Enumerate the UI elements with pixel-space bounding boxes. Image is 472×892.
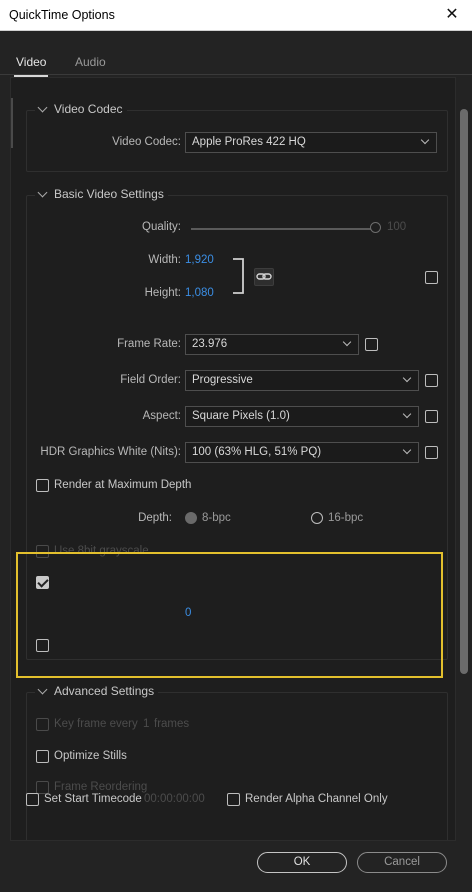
optimize-stills-label: Optimize Stills: [54, 750, 127, 762]
depth-8bpc-radio[interactable]: [185, 512, 197, 524]
video-codec-section: Video Codec Video Codec: Apple ProRes 42…: [26, 102, 448, 172]
keyframe-checkbox[interactable]: [36, 718, 49, 731]
video-codec-section-title: Video Codec: [54, 102, 123, 116]
hdr-white-dropdown[interactable]: 100 (63% HLG, 51% PQ): [185, 442, 419, 463]
chevron-down-icon: [420, 135, 430, 145]
basic-video-settings-title: Basic Video Settings: [54, 187, 164, 201]
quality-value: 100: [387, 221, 407, 233]
video-codec-label: Video Codec:: [112, 136, 181, 148]
panel-edge-marker: [11, 98, 13, 148]
frame-rate-label: Frame Rate:: [117, 338, 181, 350]
width-label: Width:: [148, 254, 181, 266]
video-codec-section-header[interactable]: Video Codec: [35, 102, 127, 116]
tab-bar: Video Audio: [0, 51, 472, 77]
frame-reordering-label: Frame Reordering: [54, 781, 148, 793]
basic-video-settings-header[interactable]: Basic Video Settings: [35, 187, 168, 201]
chevron-down-icon: [402, 373, 412, 383]
render-alpha-label: Render Alpha Channel Only: [245, 793, 388, 805]
hdr-white-value: 100 (63% HLG, 51% PQ): [192, 446, 322, 458]
cancel-button[interactable]: Cancel: [357, 852, 447, 873]
render-max-depth-checkbox[interactable]: [36, 479, 49, 492]
render-max-depth-label: Render at Maximum Depth: [54, 479, 192, 491]
aspect-value: Square Pixels (1.0): [192, 410, 290, 422]
dialog-body: Video Audio Video Codec Video Codec: App…: [0, 31, 472, 892]
chevron-down-icon: [37, 684, 48, 694]
frame-rate-dropdown[interactable]: 23.976: [185, 334, 359, 355]
size-override-checkbox[interactable]: [425, 271, 438, 284]
chain-link-icon: [256, 273, 272, 280]
chevron-down-icon: [342, 337, 352, 347]
depth-16bpc-radio[interactable]: [311, 512, 323, 524]
depth-16bpc-label: 16-bpc: [328, 512, 364, 524]
hdr-white-label: HDR Graphics White (Nits):: [40, 446, 181, 458]
depth-8bpc-label: 8-bpc: [202, 512, 231, 524]
aspect-label: Aspect:: [142, 410, 181, 422]
quality-label: Quality:: [142, 221, 181, 233]
footer-bar: OK Cancel: [0, 841, 472, 892]
hdr-white-checkbox[interactable]: [425, 446, 438, 459]
highlight-box: [16, 552, 443, 678]
tab-audio[interactable]: Audio: [75, 55, 106, 69]
height-label: Height:: [144, 287, 181, 299]
aspect-checkbox[interactable]: [425, 410, 438, 423]
quality-slider-handle[interactable]: [370, 222, 381, 233]
settings-panel: Video Codec Video Codec: Apple ProRes 42…: [10, 77, 456, 841]
field-order-dropdown[interactable]: Progressive: [185, 370, 419, 391]
set-start-timecode-label: Set Start Timecode: [44, 793, 142, 805]
ok-button[interactable]: OK: [257, 852, 347, 873]
optimize-stills-checkbox[interactable]: [36, 750, 49, 763]
keyframe-value[interactable]: 1: [143, 718, 149, 730]
chevron-down-icon: [402, 409, 412, 419]
chevron-down-icon: [37, 102, 48, 112]
chain-link-button[interactable]: [254, 268, 274, 286]
quality-slider-track[interactable]: [191, 228, 371, 230]
chevron-down-icon: [37, 187, 48, 197]
aspect-dropdown[interactable]: Square Pixels (1.0): [185, 406, 419, 427]
advanced-settings-header[interactable]: Advanced Settings: [35, 684, 159, 698]
set-start-timecode-checkbox[interactable]: [26, 793, 39, 806]
frame-rate-value: 23.976: [192, 338, 228, 350]
keyframe-label: Key frame every: [54, 718, 138, 730]
scrollbar-thumb[interactable]: [460, 109, 468, 674]
advanced-settings-section: Advanced Settings Key frame every 1 fram…: [26, 684, 448, 840]
chevron-down-icon: [402, 445, 412, 455]
keyframe-unit: frames: [154, 718, 190, 730]
field-order-label: Field Order:: [120, 374, 181, 386]
frame-rate-checkbox[interactable]: [365, 338, 378, 351]
title-bar: QuickTime Options ✕: [0, 0, 472, 31]
height-value[interactable]: 1,080: [185, 287, 214, 299]
field-order-value: Progressive: [192, 374, 253, 386]
timecode-value[interactable]: 00:00:00:00: [144, 793, 205, 805]
render-alpha-checkbox[interactable]: [227, 793, 240, 806]
video-codec-value: Apple ProRes 422 HQ: [192, 136, 306, 148]
tab-video[interactable]: Video: [13, 55, 50, 77]
link-bracket-icon: [233, 258, 244, 294]
field-order-checkbox[interactable]: [425, 374, 438, 387]
advanced-settings-title: Advanced Settings: [54, 684, 155, 698]
depth-label: Depth:: [138, 512, 172, 524]
video-codec-dropdown[interactable]: Apple ProRes 422 HQ: [185, 132, 437, 153]
close-icon[interactable]: ✕: [442, 5, 462, 25]
window-title: QuickTime Options: [9, 8, 115, 22]
width-value[interactable]: 1,920: [185, 254, 214, 266]
